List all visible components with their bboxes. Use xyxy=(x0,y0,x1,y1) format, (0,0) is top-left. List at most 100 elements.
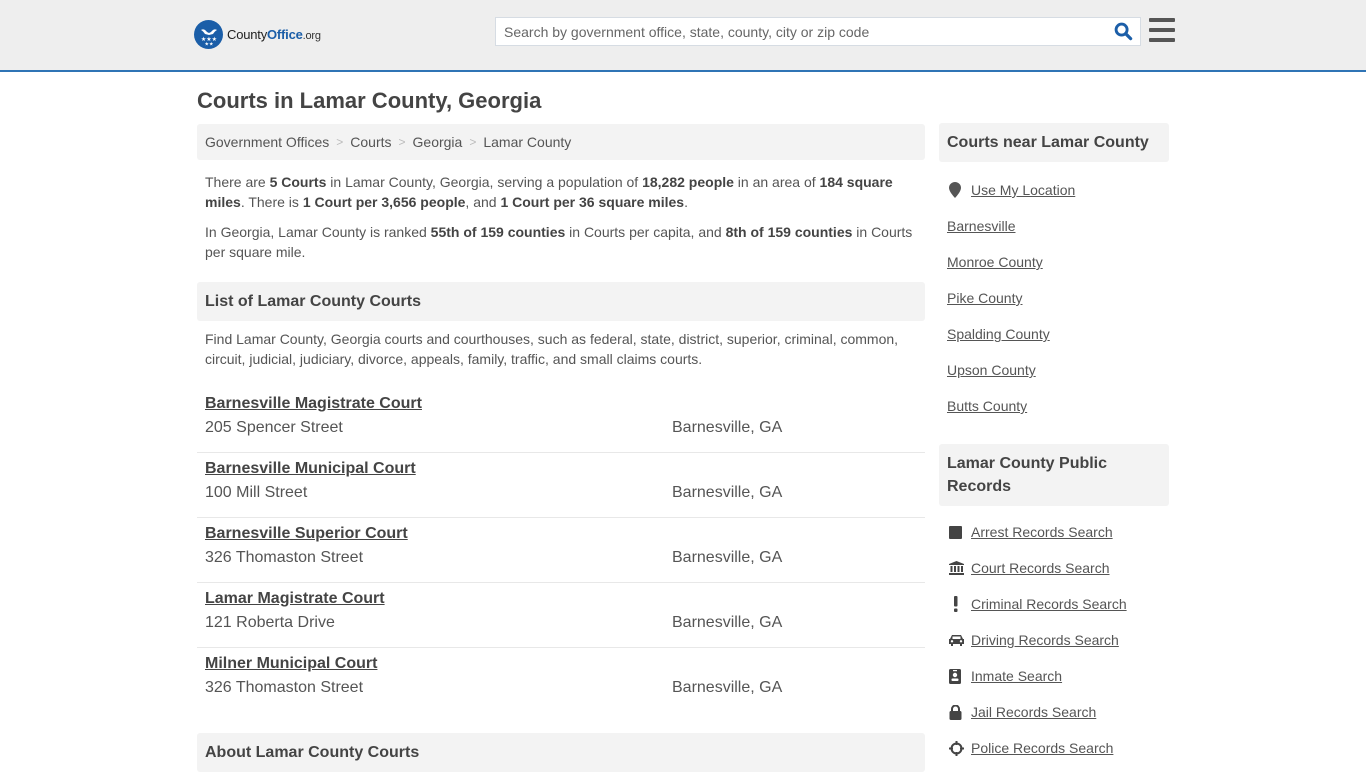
jail-records-link[interactable]: Jail Records Search xyxy=(971,704,1096,720)
breadcrumb-courts[interactable]: Courts xyxy=(350,134,391,150)
court-list-item: Barnesville Municipal Court 100 Mill Str… xyxy=(197,453,925,518)
breadcrumb-separator: > xyxy=(336,135,344,149)
intro-text: There are 5 Courts in Lamar County, Geor… xyxy=(197,172,925,262)
page-title: Courts in Lamar County, Georgia xyxy=(197,88,542,113)
population: 18,282 people xyxy=(642,174,734,190)
exclamation-icon xyxy=(947,596,971,612)
nearby-item: Spalding County xyxy=(947,316,1161,352)
search-button[interactable] xyxy=(1106,18,1140,45)
records-item: Jail Records Search xyxy=(947,694,1161,730)
logo-text-tld: .org xyxy=(302,30,321,42)
menu-bar xyxy=(1149,28,1175,32)
text: in Courts per capita, and xyxy=(565,224,726,240)
arrest-records-link[interactable]: Arrest Records Search xyxy=(971,524,1113,540)
use-my-location-item: Use My Location xyxy=(947,172,1161,208)
driving-records-link[interactable]: Driving Records Search xyxy=(971,632,1119,648)
court-list-item: Barnesville Magistrate Court 205 Spencer… xyxy=(197,388,925,453)
court-address: 100 Mill Street xyxy=(205,484,308,501)
logo-text-office: Office xyxy=(267,27,303,42)
text: , and xyxy=(465,194,501,210)
inmate-search-link[interactable]: Inmate Search xyxy=(971,668,1062,684)
court-city: Barnesville, GA xyxy=(672,614,783,631)
crosshairs-icon xyxy=(947,740,971,756)
breadcrumb-georgia[interactable]: Georgia xyxy=(413,134,463,150)
public-records-heading: Lamar County Public Records xyxy=(939,444,1169,506)
search-bar xyxy=(495,17,1141,46)
court-name-link[interactable]: Lamar Magistrate Court xyxy=(205,590,385,608)
police-records-link[interactable]: Police Records Search xyxy=(971,740,1113,756)
nearby-item: Barnesville xyxy=(947,208,1161,244)
main-content: Government Offices > Courts > Georgia > … xyxy=(197,124,925,713)
breadcrumb: Government Offices > Courts > Georgia > … xyxy=(197,124,925,160)
text: in an area of xyxy=(733,174,820,190)
id-badge-icon xyxy=(947,668,971,684)
text: In Georgia, Lamar County is ranked xyxy=(205,224,431,240)
court-count: 5 Courts xyxy=(269,174,327,190)
map-marker-icon xyxy=(947,182,971,198)
nearby-link-pike-county[interactable]: Pike County xyxy=(947,290,1022,306)
breadcrumb-lamar-county[interactable]: Lamar County xyxy=(483,134,571,150)
court-address: 121 Roberta Drive xyxy=(205,614,335,631)
site-header: ★★★ ★★ CountyOffice.org xyxy=(0,0,1366,72)
nearby-link-butts-county[interactable]: Butts County xyxy=(947,398,1027,414)
intro-stats-paragraph: There are 5 Courts in Lamar County, Geor… xyxy=(205,172,917,212)
intro-rank-paragraph: In Georgia, Lamar County is ranked 55th … xyxy=(205,222,917,262)
breadcrumb-separator: > xyxy=(398,135,406,149)
rank-per-capita: 55th of 159 counties xyxy=(430,224,566,240)
car-icon xyxy=(947,634,971,646)
court-list: Barnesville Magistrate Court 205 Spencer… xyxy=(197,388,925,713)
court-city: Barnesville, GA xyxy=(672,419,783,436)
courthouse-icon xyxy=(947,561,971,575)
about-section-heading: About Lamar County Courts xyxy=(197,733,925,772)
nearby-item: Butts County xyxy=(947,388,1161,424)
court-address: 326 Thomaston Street xyxy=(205,679,364,696)
search-input[interactable] xyxy=(496,18,1106,45)
use-my-location-link[interactable]: Use My Location xyxy=(971,182,1075,198)
menu-bar xyxy=(1149,18,1175,22)
nearby-link-barnesville[interactable]: Barnesville xyxy=(947,218,1015,234)
court-name-link[interactable]: Barnesville Superior Court xyxy=(205,525,408,543)
search-icon xyxy=(1114,22,1132,41)
nearby-item: Upson County xyxy=(947,352,1161,388)
courts-per-people: 1 Court per 3,656 people xyxy=(302,194,466,210)
lock-icon xyxy=(947,704,971,720)
criminal-records-link[interactable]: Criminal Records Search xyxy=(971,596,1127,612)
records-item: Court Records Search xyxy=(947,550,1161,586)
text: There are xyxy=(205,174,270,190)
site-logo[interactable]: ★★★ ★★ CountyOffice.org xyxy=(194,20,321,49)
eagle-stars-icon: ★★★ ★★ xyxy=(194,20,223,49)
list-section-heading: List of Lamar County Courts xyxy=(197,282,925,321)
courts-per-area: 1 Court per 36 square miles xyxy=(500,194,685,210)
text: . xyxy=(684,194,688,210)
nearby-item: Pike County xyxy=(947,280,1161,316)
court-records-link[interactable]: Court Records Search xyxy=(971,560,1110,576)
text: . There is xyxy=(240,194,303,210)
nearby-courts-list: Use My Location Barnesville Monroe Count… xyxy=(939,172,1169,424)
records-item: Police Records Search xyxy=(947,730,1161,766)
court-list-item: Lamar Magistrate Court 121 Roberta Drive… xyxy=(197,583,925,648)
records-item: Criminal Records Search xyxy=(947,586,1161,622)
nearby-link-monroe-county[interactable]: Monroe County xyxy=(947,254,1043,270)
court-address: 205 Spencer Street xyxy=(205,419,343,436)
breadcrumb-separator: > xyxy=(469,135,477,149)
court-list-item: Milner Municipal Court 326 Thomaston Str… xyxy=(197,648,925,713)
nearby-item: Monroe County xyxy=(947,244,1161,280)
breadcrumb-government-offices[interactable]: Government Offices xyxy=(205,134,329,150)
court-city: Barnesville, GA xyxy=(672,679,783,696)
records-item: Inmate Search xyxy=(947,658,1161,694)
court-name-link[interactable]: Milner Municipal Court xyxy=(205,655,377,673)
court-name-link[interactable]: Barnesville Municipal Court xyxy=(205,460,416,478)
nearby-link-spalding-county[interactable]: Spalding County xyxy=(947,326,1050,342)
court-name-link[interactable]: Barnesville Magistrate Court xyxy=(205,395,422,413)
nearby-link-upson-county[interactable]: Upson County xyxy=(947,362,1036,378)
nearby-courts-heading: Courts near Lamar County xyxy=(939,123,1169,162)
sidebar: Courts near Lamar County Use My Location… xyxy=(939,123,1169,766)
court-list-item: Barnesville Superior Court 326 Thomaston… xyxy=(197,518,925,583)
square-icon xyxy=(947,525,971,539)
svg-text:★★: ★★ xyxy=(204,41,213,46)
logo-text: CountyOffice.org xyxy=(227,27,321,42)
hamburger-menu-icon[interactable] xyxy=(1149,18,1175,42)
rank-per-area: 8th of 159 counties xyxy=(725,224,853,240)
court-address: 326 Thomaston Street xyxy=(205,549,364,566)
court-city: Barnesville, GA xyxy=(672,549,783,566)
